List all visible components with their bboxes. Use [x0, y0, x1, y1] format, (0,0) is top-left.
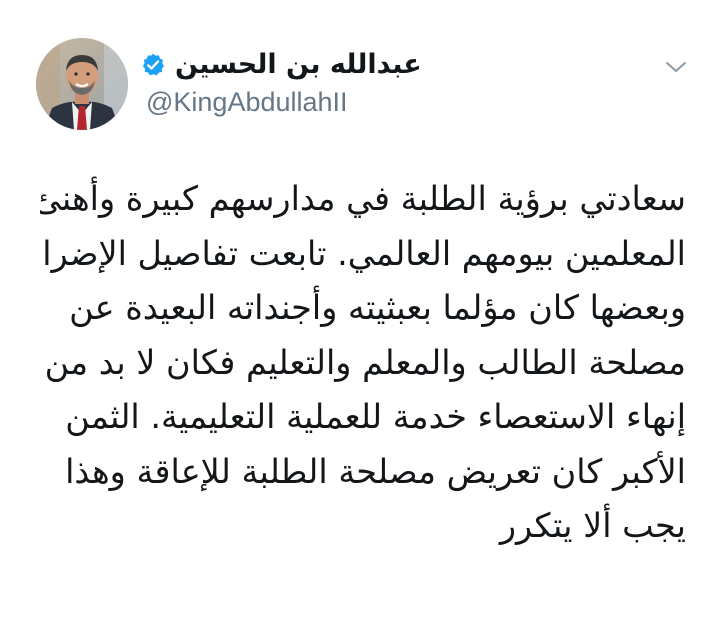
tweet-text-line: المعلمين بيومهم العالمي. تابعت تفاصيل ال…: [40, 233, 686, 273]
tweet-text: سعادتي برؤية الطلبة في مدارسهم كبيرة وأه…: [40, 172, 686, 592]
tweet-text-line: الأكبر كان تعريض مصلحة الطلبة للإعاقة وه…: [65, 451, 686, 491]
tweet-text-line: سعادتي برؤية الطلبة في مدارسهم كبيرة وأه…: [40, 179, 686, 218]
tweet-text-line: وبعضها كان مؤلما بعبثيته وأجنداته البعيد…: [69, 288, 686, 327]
author-name-row[interactable]: عبدالله بن الحسين: [140, 47, 422, 83]
tweet-card: عبدالله بن الحسين @KingAbdullahII سعادتي…: [0, 0, 720, 620]
author-handle[interactable]: @KingAbdullahII: [146, 86, 348, 118]
verified-badge-icon: [140, 52, 166, 78]
author-display-name[interactable]: عبدالله بن الحسين: [175, 47, 422, 83]
tweet-text-line: إنهاء الاستعصاء خدمة للعملية التعليمية. …: [65, 397, 686, 436]
avatar-photo: [36, 38, 128, 130]
tweet-text-line: مصلحة الطالب والمعلم والتعليم فكان لا بد…: [44, 342, 686, 382]
avatar[interactable]: [36, 38, 128, 130]
chevron-down-icon[interactable]: [664, 58, 688, 76]
tweet-text-line: يجب ألا يتكرر: [499, 506, 686, 545]
tweet-header: عبدالله بن الحسين @KingAbdullahII: [0, 0, 720, 150]
